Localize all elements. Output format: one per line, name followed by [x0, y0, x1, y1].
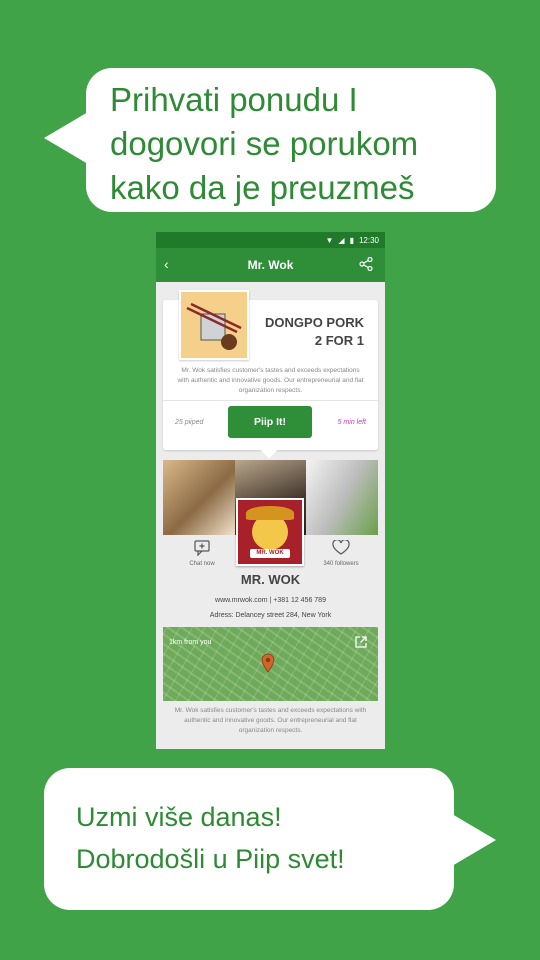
offer-card: DONGPO PORK 2 FOR 1 Mr. Wok satisfies cu… — [163, 290, 378, 459]
business-contact[interactable]: www.mrwok.com | +381 12 456 789 — [156, 597, 385, 604]
business-address: Adress: Delancey street 284, New York — [209, 612, 332, 619]
business-logo: MR. WOK — [236, 498, 304, 566]
follow-button[interactable]: 340 followers — [316, 539, 366, 567]
page-title: Mr. Wok — [247, 258, 294, 272]
followers-label: 340 followers — [323, 561, 359, 567]
back-icon[interactable]: ‹ — [164, 256, 169, 272]
promo-bottom-text: Uzmi više danas! Dobrodošli u Piip svet! — [76, 802, 345, 874]
promo-bubble-bottom: Uzmi više danas! Dobrodošli u Piip svet! — [44, 768, 496, 910]
signal-icon: ◢ — [338, 235, 345, 245]
chat-now-button[interactable]: Chat now — [182, 540, 222, 567]
promo-top-text: Prihvati ponudu I dogovori se porukom ka… — [110, 81, 419, 206]
heart-icon — [332, 539, 350, 555]
chat-icon — [194, 540, 210, 557]
logo-mascot — [246, 506, 294, 550]
wifi-icon: ▼ — [325, 235, 334, 245]
chat-label: Chat now — [189, 561, 215, 567]
business-description: Mr. Wok satisfies customer's tastes and … — [174, 707, 367, 734]
bubble-tail — [44, 112, 88, 164]
logo-text: MR. WOK — [250, 549, 290, 558]
external-link-icon[interactable] — [354, 635, 368, 649]
map-view[interactable]: 1km from you — [163, 627, 378, 701]
map-pin-icon — [261, 653, 275, 673]
phone-screen: ▼ ◢ ▮ 12:30 ‹ Mr. Wok DONGPO PORK 2 FOR … — [156, 232, 385, 749]
offer-thumbnail — [179, 290, 249, 360]
piip-it-button[interactable]: Piip It! — [228, 406, 312, 438]
offer-title: DONGPO PORK 2 FOR 1 — [265, 315, 364, 348]
status-bar: ▼ ◢ ▮ 12:30 — [156, 232, 385, 248]
bubble-tail — [452, 814, 496, 866]
card-pointer — [260, 441, 278, 459]
offer-description: Mr. Wok satisfies customer's tastes and … — [177, 367, 364, 394]
battery-icon: ▮ — [349, 235, 354, 245]
piiped-count: 25 piiped — [175, 419, 204, 426]
app-bar: ‹ Mr. Wok — [156, 248, 385, 282]
share-icon[interactable] — [359, 256, 373, 276]
map-distance: 1km from you — [169, 639, 212, 646]
photo-interior-1[interactable] — [163, 460, 235, 535]
business-name: MR. WOK — [240, 572, 301, 587]
status-time: 12:30 — [358, 235, 379, 245]
promo-bubble-top: Prihvati ponudu I dogovori se porukom ka… — [44, 68, 496, 212]
time-left: 5 min left — [337, 419, 366, 426]
photo-interior-3[interactable] — [306, 460, 379, 535]
divider — [163, 400, 378, 401]
